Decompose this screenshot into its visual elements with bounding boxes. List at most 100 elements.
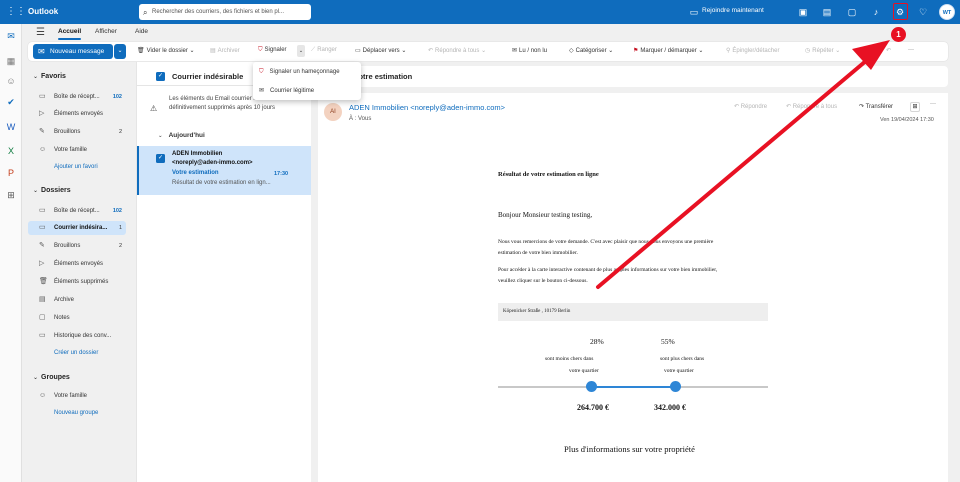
group-family[interactable]: ☺ Votre famille	[28, 389, 126, 403]
folder-inbox[interactable]: ▭ Boîte de récept... 102	[28, 204, 126, 218]
categorize-button[interactable]: ◇ Catégoriser ⌄	[569, 47, 613, 54]
folder-conversation-history[interactable]: ▭ Historique des conv...	[28, 329, 126, 343]
people-icon[interactable]: ☺	[5, 75, 17, 87]
folders-header[interactable]: ⌄ Dossiers	[33, 187, 71, 194]
chevron-down-icon: ⌄	[158, 133, 163, 139]
chevron-down-icon: ⌄	[33, 188, 39, 194]
price-range-fill	[592, 386, 676, 388]
reading-subject: Votre estimation	[354, 72, 413, 81]
message-subject: Votre estimation	[172, 170, 219, 176]
report-legit-item[interactable]: ✉ Courrier légitime	[259, 87, 314, 94]
add-favorite-link[interactable]: Ajouter un favori	[54, 164, 98, 170]
folder-move-icon: ▭	[355, 48, 361, 54]
tab-view[interactable]: Afficher	[95, 28, 117, 35]
reading-from[interactable]: ADEN Immobilien <noreply@aden-immo.com>	[349, 103, 505, 112]
snooze-button[interactable]: ◷ Répéter ⌄	[805, 47, 840, 54]
undo-button[interactable]: ↶	[886, 47, 891, 54]
lightbulb-icon[interactable]: ♡	[917, 6, 929, 18]
archive-button[interactable]: ▤ Archiver	[210, 47, 240, 54]
pin-button[interactable]: ⚲ Épingler/détacher	[726, 47, 779, 54]
video-icon[interactable]: ▭	[688, 6, 700, 18]
immersive-reader-icon[interactable]: ⊞	[910, 102, 920, 112]
new-message-dropdown[interactable]: ⌄	[114, 44, 126, 59]
folder-junk[interactable]: ▭ Courrier indésira... 1	[28, 221, 126, 235]
price-high: 342.000 €	[654, 403, 686, 412]
reply-button[interactable]: ↶ Répondre	[734, 103, 767, 110]
app-launcher-icon[interactable]: ⋮⋮	[6, 6, 26, 18]
excel-app-icon[interactable]: X	[5, 145, 17, 157]
email-paragraph-2b: veuillez cliquer sur le bouton ci-dessou…	[498, 278, 588, 284]
expensive-label-2: votre quartier	[664, 368, 694, 374]
calendar-icon[interactable]: ▦	[5, 55, 17, 67]
teams-icon[interactable]: ▣	[797, 6, 809, 18]
email-greeting: Bonjour Monsieur testing testing,	[498, 211, 593, 219]
apps-icon[interactable]: ⊞	[5, 189, 17, 201]
search-placeholder: Rechercher des courriers, des fichiers e…	[152, 9, 285, 15]
reading-reply-all-button[interactable]: ↶ Répondre à tous	[786, 103, 837, 110]
bell-icon[interactable]: ♪	[870, 6, 882, 18]
warning-icon: ⚠	[150, 104, 158, 113]
select-all-checkbox[interactable]: ✓	[156, 72, 165, 81]
sweep-button[interactable]: ⟋ Ranger	[311, 47, 337, 54]
favorite-sent[interactable]: ▷ Éléments envoyés	[28, 107, 126, 121]
email-paragraph-2a: Pour accéder à la carte interactive cont…	[498, 267, 718, 273]
powerpoint-app-icon[interactable]: P	[5, 167, 17, 179]
mail-icon[interactable]: ✉	[5, 30, 17, 42]
folder-notes[interactable]: ▢ Notes	[28, 311, 126, 325]
todo-icon[interactable]: ✔	[5, 96, 17, 108]
move-to-button[interactable]: ▭ Déplacer vers ⌄	[355, 47, 406, 54]
report-button[interactable]: ⛉ Signaler	[258, 47, 287, 54]
forward-icon: ↷	[859, 104, 865, 110]
reading-pane	[318, 93, 948, 482]
trash-icon: 🗑	[137, 48, 145, 54]
ribbon-tabs	[22, 24, 960, 41]
whiteboard-icon[interactable]: ▢	[846, 6, 858, 18]
broom-icon: ⟋	[311, 47, 316, 53]
forward-button[interactable]: ↷ Transférer	[859, 103, 893, 110]
groups-header[interactable]: ⌄ Groupes	[33, 374, 70, 381]
new-group-link[interactable]: Nouveau groupe	[54, 410, 98, 416]
report-dropdown[interactable]: ⌄	[297, 45, 305, 57]
fishhook-icon: ⛉	[259, 69, 264, 75]
price-low: 264.700 €	[577, 403, 609, 412]
group-icon: ☺	[39, 146, 47, 153]
email-paragraph-1a: Nous vous remercions de votre demande. C…	[498, 239, 714, 245]
new-message-button[interactable]: ✉ Nouveau message	[33, 44, 113, 59]
word-icon[interactable]: ▤	[821, 6, 833, 18]
favorites-header[interactable]: ⌄ Favoris	[33, 73, 66, 80]
read-unread-button[interactable]: ✉ Lu / non lu	[512, 47, 547, 54]
price-low-knob	[586, 381, 597, 392]
reading-more-button[interactable]: ···	[930, 101, 936, 107]
folder-sent[interactable]: ▷ Éléments envoyés	[28, 257, 126, 271]
price-range-slider	[498, 386, 768, 388]
reply-all-icon: ↶	[786, 104, 792, 110]
user-avatar[interactable]: WT	[939, 4, 955, 20]
more-options-button[interactable]: ···	[908, 47, 914, 53]
folder-archive[interactable]: ▤ Archive	[28, 293, 126, 307]
message-checkbox[interactable]: ✓	[156, 154, 165, 163]
flag-icon: ⚑	[633, 48, 639, 54]
email-heading: Résultat de votre estimation en ligne	[498, 171, 599, 178]
group-header-today[interactable]: ⌄ Aujourd'hui	[158, 132, 205, 139]
reply-icon: ↶	[734, 104, 740, 110]
favorite-family[interactable]: ☺ Votre famille	[28, 143, 126, 157]
folder-deleted[interactable]: 🗑 Éléments supprimés	[28, 275, 126, 289]
tab-help[interactable]: Aide	[135, 28, 148, 35]
empty-folder-button[interactable]: 🗑 Vider le dossier ⌄	[137, 47, 195, 54]
menu-toggle-icon[interactable]: ☰	[36, 27, 45, 38]
property-address: Köpenicker Straße , 10179 Berlin	[498, 303, 768, 321]
folder-drafts[interactable]: ✎ Brouillons 2	[28, 239, 126, 253]
flag-button[interactable]: ⚑ Marquer / démarquer ⌄	[633, 47, 703, 54]
tab-home[interactable]: Accueil	[58, 28, 82, 40]
word-app-icon[interactable]: W	[5, 121, 17, 133]
percent-cheaper: 28%	[590, 337, 604, 346]
window-scrollbar[interactable]	[950, 24, 960, 482]
favorite-inbox[interactable]: ▭ Boîte de récept... 102	[28, 90, 126, 104]
create-folder-link[interactable]: Créer un dossier	[54, 350, 98, 356]
search-input[interactable]: ⌕ Rechercher des courriers, des fichiers…	[139, 4, 311, 20]
report-phishing-item[interactable]: ⛉ Signaler un hameçonnage	[259, 69, 340, 76]
compose-icon: ✉	[38, 47, 45, 56]
send-icon: ▷	[39, 110, 45, 117]
reply-all-button[interactable]: ↶ Répondre à tous ⌄	[428, 47, 486, 54]
favorite-drafts[interactable]: ✎ Brouillons 2	[28, 125, 126, 139]
